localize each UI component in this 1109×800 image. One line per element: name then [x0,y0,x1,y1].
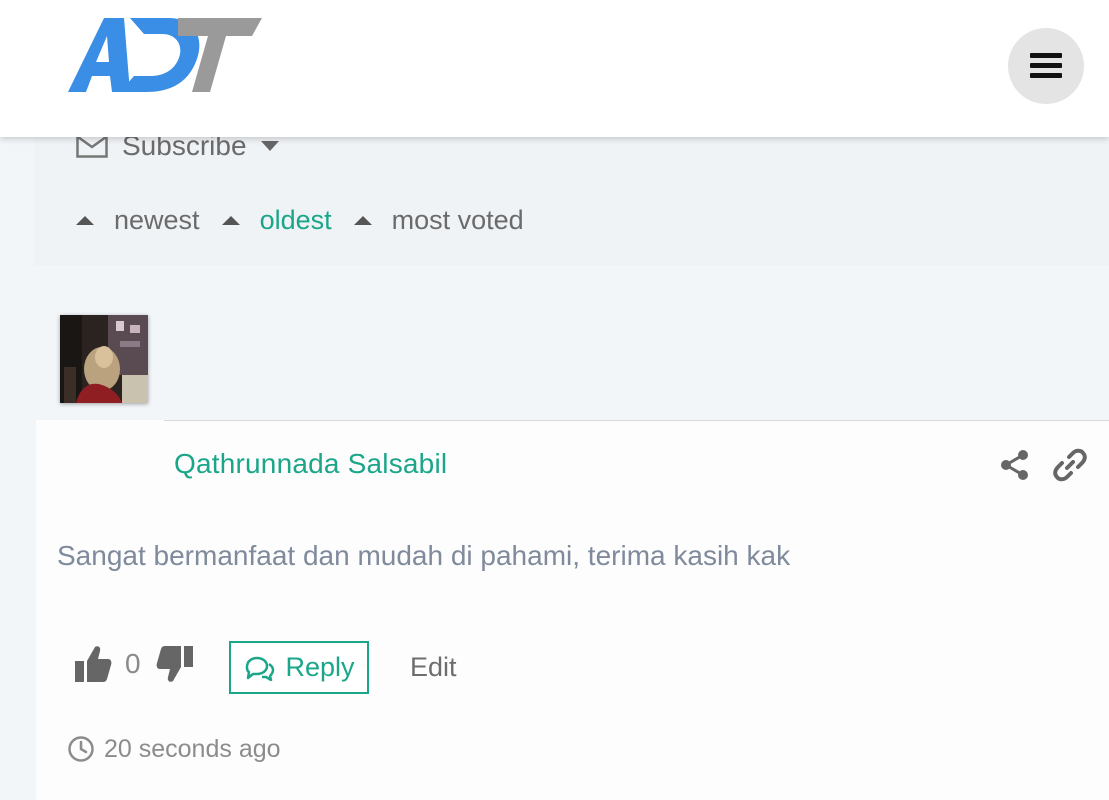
sort-option-label: newest [114,204,200,235]
sort-most-voted[interactable]: most voted [353,204,524,236]
sort-oldest[interactable]: oldest [221,204,332,236]
hamburger-menu-button[interactable] [1008,28,1084,104]
comment-sort-options: newest oldest most voted [76,200,546,240]
share-icon[interactable] [998,448,1032,482]
sort-option-label: most voted [391,204,524,235]
avatar[interactable] [60,315,148,403]
comments-icon [246,656,275,681]
caret-up-icon [76,215,94,225]
envelope-icon [76,134,108,158]
clock-icon [68,736,94,762]
caret-up-icon [353,215,372,225]
sort-newest[interactable]: newest [76,205,200,236]
comment-divider [164,420,1109,421]
vote-count: 0 [125,648,141,679]
comment-timestamp: 20 seconds ago [104,735,281,763]
edit-link[interactable]: Edit [410,652,457,683]
reply-label: Reply [285,652,355,682]
caret-up-icon [221,215,240,225]
reply-button[interactable]: Reply [229,641,369,694]
hamburger-menu-icon [1030,53,1062,79]
site-logo[interactable] [66,14,266,96]
site-header [0,0,1109,137]
comment-text: Sangat bermanfaat dan mudah di pahami, t… [57,540,791,571]
comment-author[interactable]: Qathrunnada Salsabil [174,448,447,480]
sort-option-label: oldest [259,204,332,235]
thumbs-down-icon[interactable] [156,644,194,684]
thumbs-up-icon[interactable] [74,644,112,684]
caret-down-icon [260,141,279,151]
link-icon[interactable] [1052,447,1088,483]
